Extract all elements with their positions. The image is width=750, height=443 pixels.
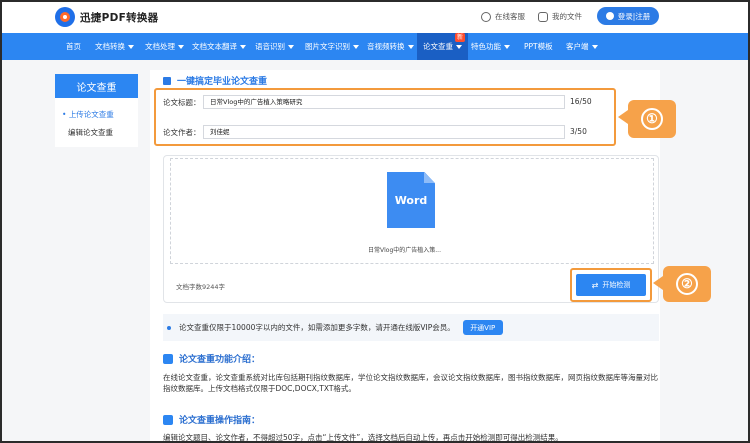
author-label: 论文作者： — [163, 128, 201, 137]
caret-down-icon — [456, 45, 462, 49]
nav-ppt[interactable]: PPT模板 — [524, 33, 553, 60]
caret-down-icon — [128, 45, 134, 49]
nav-label: 客户端 — [566, 42, 589, 51]
intro-paragraph: 在线论文查重，论文查重系统对比库包括期刊指纹数据库，学位论文指纹数据库，会议论文… — [163, 373, 658, 393]
nav-client[interactable]: 客户端 — [566, 33, 598, 60]
nav-label: 特色功能 — [471, 42, 501, 51]
login-label: 登录|注册 — [617, 11, 651, 21]
title-label: 论文标题： — [163, 98, 201, 107]
intro-heading-text: 论文查重功能介绍： — [179, 355, 261, 365]
my-files-link[interactable]: 我的文件 — [538, 11, 582, 22]
online-support-label: 在线客服 — [495, 12, 525, 21]
author-input[interactable]: 刘佳妮 — [203, 125, 565, 139]
guide-paragraph: 编辑论文题目、论文作者，不得超过50字，点击“上传文件”，选择文档后自动上传，再… — [163, 433, 563, 442]
nav-home[interactable]: 首页 — [66, 33, 81, 60]
online-support-link[interactable]: 在线客服 — [481, 11, 525, 22]
step-2-callout: ② — [653, 266, 711, 302]
logo-text: 迅捷PDF转换器 — [80, 11, 159, 24]
uploaded-file-name: 日常Vlog中的广告植入策... — [368, 247, 441, 254]
nav-label: PPT模板 — [524, 42, 553, 51]
title-input[interactable]: 日常Vlog中的广告植入策略研究 — [203, 95, 565, 109]
nav-label: 文档处理 — [145, 42, 175, 51]
sidebar-title: 论文查重 — [55, 74, 138, 98]
word-icon-label: Word — [394, 194, 428, 207]
caret-down-icon — [288, 45, 294, 49]
author-count: 3/50 — [570, 127, 587, 136]
my-files-label: 我的文件 — [552, 12, 582, 21]
guide-icon — [163, 414, 173, 425]
caret-down-icon — [240, 45, 246, 49]
nav-av-convert[interactable]: 音视频转换 — [367, 33, 414, 60]
title-marker-icon — [163, 76, 171, 85]
sidebar-item-upload[interactable]: • 上传论文查重 — [62, 109, 114, 120]
caret-down-icon — [407, 45, 414, 49]
section-title-text: 一键搞定毕业论文查重 — [177, 77, 268, 87]
headset-icon — [481, 11, 491, 22]
nav-features[interactable]: 特色功能 — [471, 33, 510, 60]
caret-down-icon — [178, 45, 184, 49]
word-limit-notice: 论文查重仅限于10000字以内的文件，如需添加更多字数，请开通在线版VIP会员。… — [163, 314, 659, 341]
step-1-callout: ① — [618, 100, 676, 138]
login-button[interactable]: 登录|注册 — [597, 7, 659, 25]
intro-heading: 论文查重功能介绍： — [163, 352, 260, 365]
nav-doc-convert[interactable]: 文档转换 — [95, 33, 134, 60]
caret-down-icon — [591, 45, 598, 49]
new-badge: 新 — [455, 33, 466, 42]
nav-label: 文档转换 — [95, 42, 125, 51]
open-vip-button[interactable]: 开通VIP — [462, 320, 503, 335]
title-count: 16/50 — [570, 97, 592, 106]
step-2-number: ② — [676, 273, 698, 295]
nav-ocr[interactable]: 图片文字识别 — [305, 33, 359, 60]
bullet-dot — [167, 325, 171, 330]
main-nav: 首页 文档转换 文档处理 文档文本翻译 语音识别 图片文字识别 音视频转换 论文… — [0, 33, 750, 60]
nav-label: 首页 — [66, 42, 81, 51]
notice-text: 论文查重仅限于10000字以内的文件，如需添加更多字数，请开通在线版VIP会员。 — [179, 323, 455, 332]
nav-doc-process[interactable]: 文档处理 — [145, 33, 184, 60]
nav-label: 音视频转换 — [367, 42, 405, 51]
guide-heading: 论文查重操作指南： — [163, 413, 260, 426]
nav-label: 论文查重 — [423, 42, 453, 51]
caret-down-icon — [353, 45, 359, 49]
nav-label: 文档文本翻译 — [192, 42, 237, 51]
sidebar-item-label: 上传论文查重 — [68, 110, 114, 119]
step-1-number: ① — [641, 108, 663, 130]
start-button-highlight-box — [570, 268, 652, 302]
logo[interactable]: 迅捷PDF转换器 — [55, 7, 158, 27]
nav-translate[interactable]: 文档文本翻译 — [192, 33, 246, 60]
info-icon — [163, 353, 173, 364]
caret-down-icon — [504, 45, 510, 49]
file-icon — [538, 11, 548, 22]
nav-label: 语音识别 — [255, 42, 285, 51]
logo-icon — [55, 7, 75, 27]
section-title: 一键搞定毕业论文查重 — [163, 74, 267, 87]
user-icon — [605, 12, 614, 20]
top-bar: 迅捷PDF转换器 在线客服 我的文件 登录|注册 — [0, 0, 750, 33]
sidebar-item-label: 编辑论文查重 — [68, 128, 113, 137]
word-count: 文档字数9244字 — [176, 283, 226, 291]
sidebar: • 上传论文查重 编辑论文查重 — [55, 98, 138, 147]
nav-speech[interactable]: 语音识别 — [255, 33, 294, 60]
nav-label: 图片文字识别 — [305, 42, 350, 51]
guide-heading-text: 论文查重操作指南： — [179, 416, 261, 426]
sidebar-item-edit[interactable]: 编辑论文查重 — [68, 127, 113, 138]
